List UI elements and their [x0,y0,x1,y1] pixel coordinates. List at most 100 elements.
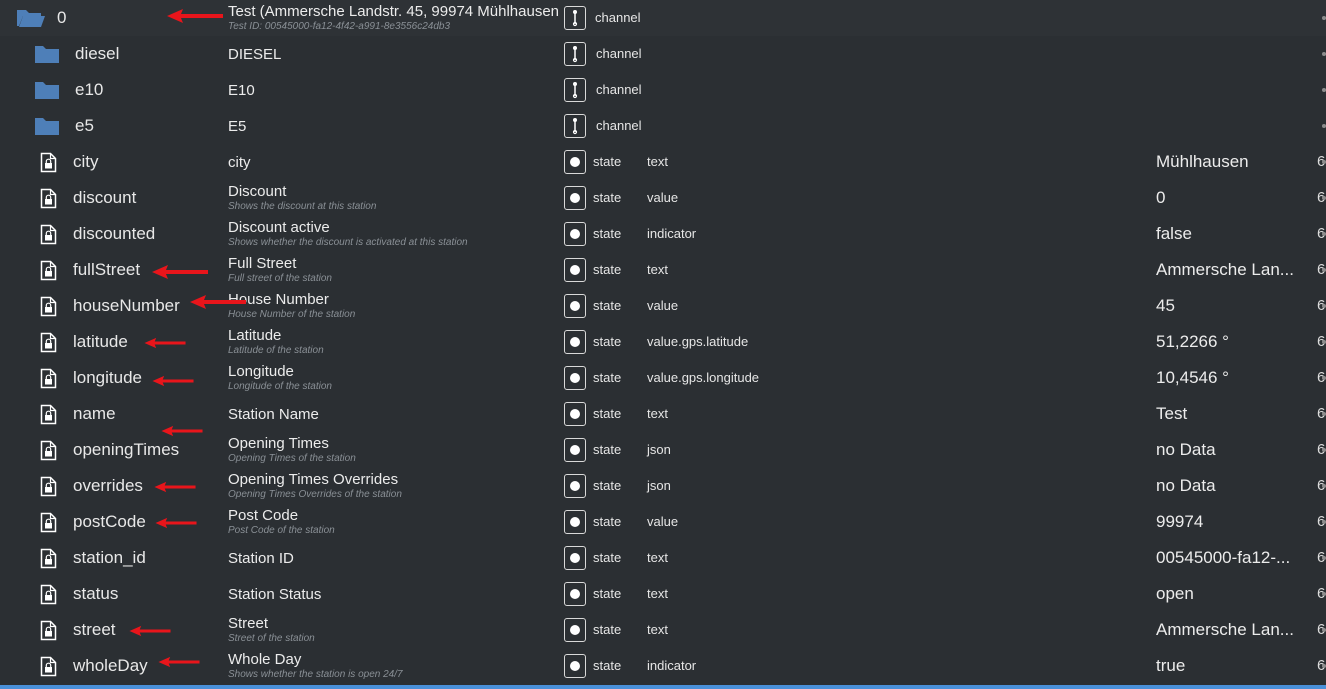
row-menu-dot[interactable] [1322,16,1326,20]
row-menu-dot[interactable] [1322,556,1326,560]
description-text: Full street of the station [228,273,332,284]
folder-icon[interactable] [34,44,60,64]
folder-open-icon[interactable] [16,7,46,29]
object-title: Latitude Latitude of the station [228,324,558,360]
tree-row-0[interactable]: 0 Test (Ammersche Landstr. 45, 99974 Müh… [0,0,1326,36]
tree-row-state[interactable]: houseNumber House Number House Number of t… [0,288,1326,324]
state-value[interactable]: Ammersche Lan... [1156,612,1298,648]
row-menu-dot[interactable] [1322,628,1326,632]
object-name: name [73,404,116,423]
title-text: E5 [228,117,247,135]
title-text: Station Status [228,585,322,603]
tree-row-diesel[interactable]: diesel DIESEL channel [0,36,1326,72]
row-menu-dot[interactable] [1322,448,1326,452]
state-value[interactable]: Test [1156,396,1298,432]
row-menu-dot[interactable] [1322,484,1326,488]
title-text: Discount [228,183,287,200]
tree-row-state[interactable]: longitude Longitude Longitude of the stati… [0,360,1326,396]
tree-row-state[interactable]: latitude Latitude Latitude of the station s… [0,324,1326,360]
description-text: Test ID: 00545000-fa12-4f42-a991-8e3556c… [228,21,451,32]
description-text: Opening Times Overrides of the station [228,489,402,500]
state-value[interactable]: 00545000-fa12-... [1156,540,1298,576]
tree-row-state[interactable]: discount Discount Shows the discount at th… [0,180,1326,216]
state-value[interactable]: true [1156,648,1298,684]
object-tree: 0 Test (Ammersche Landstr. 45, 99974 Müh… [0,0,1326,684]
tree-row-state[interactable]: discounted Discount active Shows whether t… [0,216,1326,252]
state-icon [564,258,586,282]
tree-row-state[interactable]: overrides Opening Times Overrides Opening … [0,468,1326,504]
object-title: city [228,144,558,180]
title-text: E10 [228,81,255,99]
role-label: value [647,298,679,313]
type-label: state [593,226,622,241]
state-value[interactable]: no Data [1156,468,1298,504]
role-label: text [647,586,668,601]
state-value[interactable]: false [1156,216,1298,252]
accent-bar [0,685,1326,689]
row-menu-dot[interactable] [1322,232,1326,236]
row-menu-dot[interactable] [1322,196,1326,200]
type-label: channel [596,46,642,61]
tree-row-state[interactable]: openingTimes Opening Times Opening Times o… [0,432,1326,468]
channel-icon [564,42,586,66]
object-title: E5 [228,108,558,144]
state-value[interactable]: 45 [1156,288,1298,324]
row-menu-dot[interactable] [1322,124,1326,128]
row-menu-dot[interactable] [1322,412,1326,416]
tree-row-e5[interactable]: e5 E5 channel [0,108,1326,144]
tree-row-state[interactable]: wholeDay Whole Day Shows whether the stati… [0,648,1326,684]
folder-icon[interactable] [34,80,60,100]
row-menu-dot[interactable] [1322,88,1326,92]
object-title: Post Code Post Code of the station [228,504,558,540]
tree-row-e10[interactable]: e10 E10 channel [0,72,1326,108]
description-text: Post Code of the station [228,525,335,536]
object-title: Station Name [228,396,558,432]
state-value[interactable]: no Data [1156,432,1298,468]
state-rows: citycitystatetextMühlhausen6discountDisc… [0,144,1326,684]
row-menu-dot[interactable] [1322,664,1326,668]
row-menu-dot[interactable] [1322,160,1326,164]
state-icon [564,222,586,246]
title-text: Latitude [228,327,282,344]
row-menu-dot[interactable] [1322,268,1326,272]
tree-row-state[interactable]: street Street Street of the station state te… [0,612,1326,648]
tree-row-state[interactable]: statusStation Statusstatetextopen6 [0,576,1326,612]
state-value[interactable]: 0 [1156,180,1298,216]
row-menu-dot[interactable] [1322,304,1326,308]
type-label: state [593,154,622,169]
file-lock-icon [40,476,57,497]
row-menu-dot[interactable] [1322,520,1326,524]
type-label: state [593,262,622,277]
tree-row-state[interactable]: nameStation NamestatetextTest6 [0,396,1326,432]
description-text: House Number of the station [228,309,356,320]
object-name: overrides [73,476,143,495]
row-menu-dot[interactable] [1322,376,1326,380]
type-label: state [593,658,622,673]
state-value[interactable]: 10,4546 ° [1156,360,1298,396]
role-label: json [647,442,671,457]
role-label: indicator [647,658,697,673]
state-value[interactable]: open [1156,576,1298,612]
tree-row-state[interactable]: citycitystatetextMühlhausen6 [0,144,1326,180]
object-title: Longitude Longitude of the station [228,360,558,396]
state-icon [564,582,586,606]
tree-row-state[interactable]: postCode Post Code Post Code of the statio… [0,504,1326,540]
state-icon [564,150,586,174]
row-menu-dot[interactable] [1322,340,1326,344]
state-value[interactable]: 51,2266 ° [1156,324,1298,360]
object-name: street [73,620,116,639]
role-label: text [647,622,668,637]
folder-icon[interactable] [34,116,60,136]
row-menu-dot[interactable] [1322,52,1326,56]
object-name: discount [73,188,137,207]
state-value[interactable]: Ammersche Lan... [1156,252,1298,288]
state-icon [564,186,586,210]
state-value[interactable]: 99974 [1156,504,1298,540]
state-value[interactable]: Mühlhausen [1156,144,1298,180]
object-name: e10 [75,80,104,99]
row-menu-dot[interactable] [1322,592,1326,596]
tree-row-state[interactable]: fullStreet Full Street Full street of the … [0,252,1326,288]
state-icon [564,510,586,534]
object-title: Street Street of the station [228,612,558,648]
tree-row-state[interactable]: station_id Station ID state text 00545000-fa… [0,540,1326,576]
